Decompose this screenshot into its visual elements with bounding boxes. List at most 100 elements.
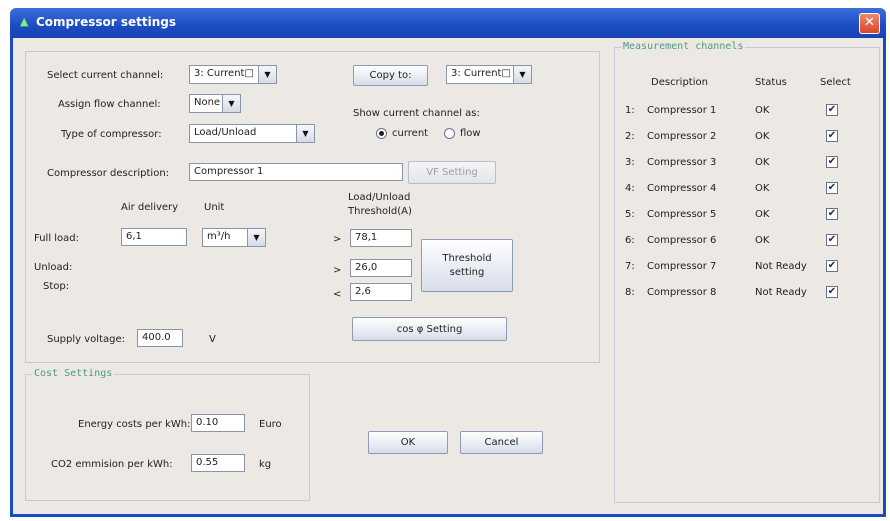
channel-row-select-checkbox[interactable]: ✔	[826, 130, 838, 142]
cost-settings-legend: Cost Settings	[32, 368, 115, 379]
assign-flow-combo[interactable]: None ▼	[189, 94, 241, 113]
channel-row-status: OK	[755, 183, 770, 194]
title-bar[interactable]: ▲ Compressor settings ✕	[10, 8, 886, 38]
type-value: Load/Unload	[194, 127, 257, 138]
channel-row-select-checkbox[interactable]: ✔	[826, 208, 838, 220]
channel-row-status: OK	[755, 131, 770, 142]
chevron-down-icon[interactable]: ▼	[258, 66, 276, 83]
channel-row-name: Compressor 7	[647, 261, 717, 272]
supply-voltage-unit: V	[209, 334, 216, 345]
channel-row-name: Compressor 4	[647, 183, 717, 194]
channel-row-index: 3:	[625, 157, 635, 168]
show-as-label: Show current channel as:	[353, 108, 480, 119]
stop-label: Stop:	[43, 281, 70, 292]
stop-operator: <	[333, 289, 342, 300]
channel-row-select-checkbox[interactable]: ✔	[826, 156, 838, 168]
energy-cost-unit: Euro	[259, 419, 282, 430]
measurement-channels-panel: Measurement channels Description Status …	[614, 41, 880, 503]
channel-row-select-checkbox[interactable]: ✔	[826, 104, 838, 116]
co2-unit: kg	[259, 459, 272, 470]
channel-row-name: Compressor 6	[647, 235, 717, 246]
copy-to-value: 3: Current□	[451, 68, 511, 79]
measurement-channels-legend: Measurement channels	[621, 41, 746, 52]
close-button[interactable]: ✕	[859, 13, 880, 34]
unit-combo[interactable]: m³/h ▼	[202, 228, 266, 247]
channel-row-select-checkbox[interactable]: ✔	[826, 286, 838, 298]
full-load-input[interactable]: 6,1	[121, 228, 187, 246]
channel-row-index: 4:	[625, 183, 635, 194]
unload-label: Unload:	[34, 262, 73, 273]
co2-input[interactable]: 0.55	[191, 454, 245, 472]
threshold-full-input[interactable]: 78,1	[350, 229, 412, 247]
channel-row-name: Compressor 2	[647, 131, 717, 142]
channel-row-index: 8:	[625, 287, 635, 298]
copy-to-combo[interactable]: 3: Current□ ▼	[446, 65, 532, 84]
full-load-operator: >	[333, 234, 342, 245]
column-select: Select	[820, 77, 851, 88]
supply-voltage-label: Supply voltage:	[47, 334, 125, 345]
type-label: Type of compressor:	[61, 129, 162, 140]
channel-row-index: 6:	[625, 235, 635, 246]
air-delivery-header: Air delivery	[121, 202, 179, 213]
description-input[interactable]: Compressor 1	[189, 163, 403, 181]
dialog-client-area: Select current channel: 3: Current□ ▼ Co…	[10, 38, 886, 517]
select-channel-label: Select current channel:	[47, 70, 164, 81]
unit-header: Unit	[204, 202, 225, 213]
column-status: Status	[755, 77, 787, 88]
assign-flow-label: Assign flow channel:	[58, 99, 161, 110]
energy-cost-label: Energy costs per kWh:	[78, 419, 191, 430]
copy-to-button[interactable]: Copy to:	[353, 65, 428, 86]
window-title: Compressor settings	[36, 15, 176, 29]
channel-row-index: 2:	[625, 131, 635, 142]
select-channel-combo[interactable]: 3: Current□ ▼	[189, 65, 277, 84]
vf-setting-button[interactable]: VF Setting	[408, 161, 496, 184]
type-combo[interactable]: Load/Unload ▼	[189, 124, 315, 143]
channel-row-select-checkbox[interactable]: ✔	[826, 182, 838, 194]
chevron-down-icon[interactable]: ▼	[296, 125, 314, 142]
channel-row-name: Compressor 8	[647, 287, 717, 298]
radio-flow-label: flow	[460, 128, 481, 139]
channel-row-select-checkbox[interactable]: ✔	[826, 234, 838, 246]
threshold-unload-input[interactable]: 26,0	[350, 259, 412, 277]
channel-row-status: Not Ready	[755, 287, 807, 298]
chevron-down-icon[interactable]: ▼	[247, 229, 265, 246]
channel-row-status: OK	[755, 235, 770, 246]
unit-value: m³/h	[207, 231, 231, 242]
threshold-stop-input[interactable]: 2,6	[350, 283, 412, 301]
full-load-label: Full load:	[34, 233, 80, 244]
cancel-button[interactable]: Cancel	[460, 431, 543, 454]
channel-row-select-checkbox[interactable]: ✔	[826, 260, 838, 272]
description-label: Compressor description:	[47, 168, 170, 179]
unload-operator: >	[333, 265, 342, 276]
compressor-settings-window: ▲ Compressor settings ✕ Select current c…	[0, 0, 890, 521]
channel-row-name: Compressor 1	[647, 105, 717, 116]
channel-row-index: 1:	[625, 105, 635, 116]
radio-current-label: current	[392, 128, 429, 139]
channel-row-status: OK	[755, 209, 770, 220]
channel-row-status: OK	[755, 157, 770, 168]
radio-current[interactable]	[376, 128, 387, 139]
channel-row-index: 7:	[625, 261, 635, 272]
channel-row-status: OK	[755, 105, 770, 116]
chevron-down-icon[interactable]: ▼	[513, 66, 531, 83]
cost-settings-panel: Cost Settings Energy costs per kWh: 0.10…	[25, 368, 310, 501]
arrow-up-icon: ▲	[20, 15, 29, 28]
radio-flow[interactable]	[444, 128, 455, 139]
compressor-main-panel: Select current channel: 3: Current□ ▼ Co…	[25, 51, 600, 363]
chevron-down-icon[interactable]: ▼	[222, 95, 240, 112]
channel-row-name: Compressor 5	[647, 209, 717, 220]
cos-phi-setting-button[interactable]: cos φ Setting	[352, 317, 507, 341]
channel-row-name: Compressor 3	[647, 157, 717, 168]
threshold-header-2: Threshold(A)	[348, 206, 412, 217]
select-channel-value: 3: Current□	[194, 68, 254, 79]
co2-label: CO2 emmision per kWh:	[51, 459, 173, 470]
assign-flow-value: None	[194, 97, 221, 108]
threshold-setting-button[interactable]: Threshold setting	[421, 239, 513, 292]
supply-voltage-input[interactable]: 400.0	[137, 329, 183, 347]
threshold-header-1: Load/Unload	[348, 192, 411, 203]
ok-button[interactable]: OK	[368, 431, 448, 454]
energy-cost-input[interactable]: 0.10	[191, 414, 245, 432]
column-description: Description	[651, 77, 708, 88]
channel-row-index: 5:	[625, 209, 635, 220]
channel-row-status: Not Ready	[755, 261, 807, 272]
